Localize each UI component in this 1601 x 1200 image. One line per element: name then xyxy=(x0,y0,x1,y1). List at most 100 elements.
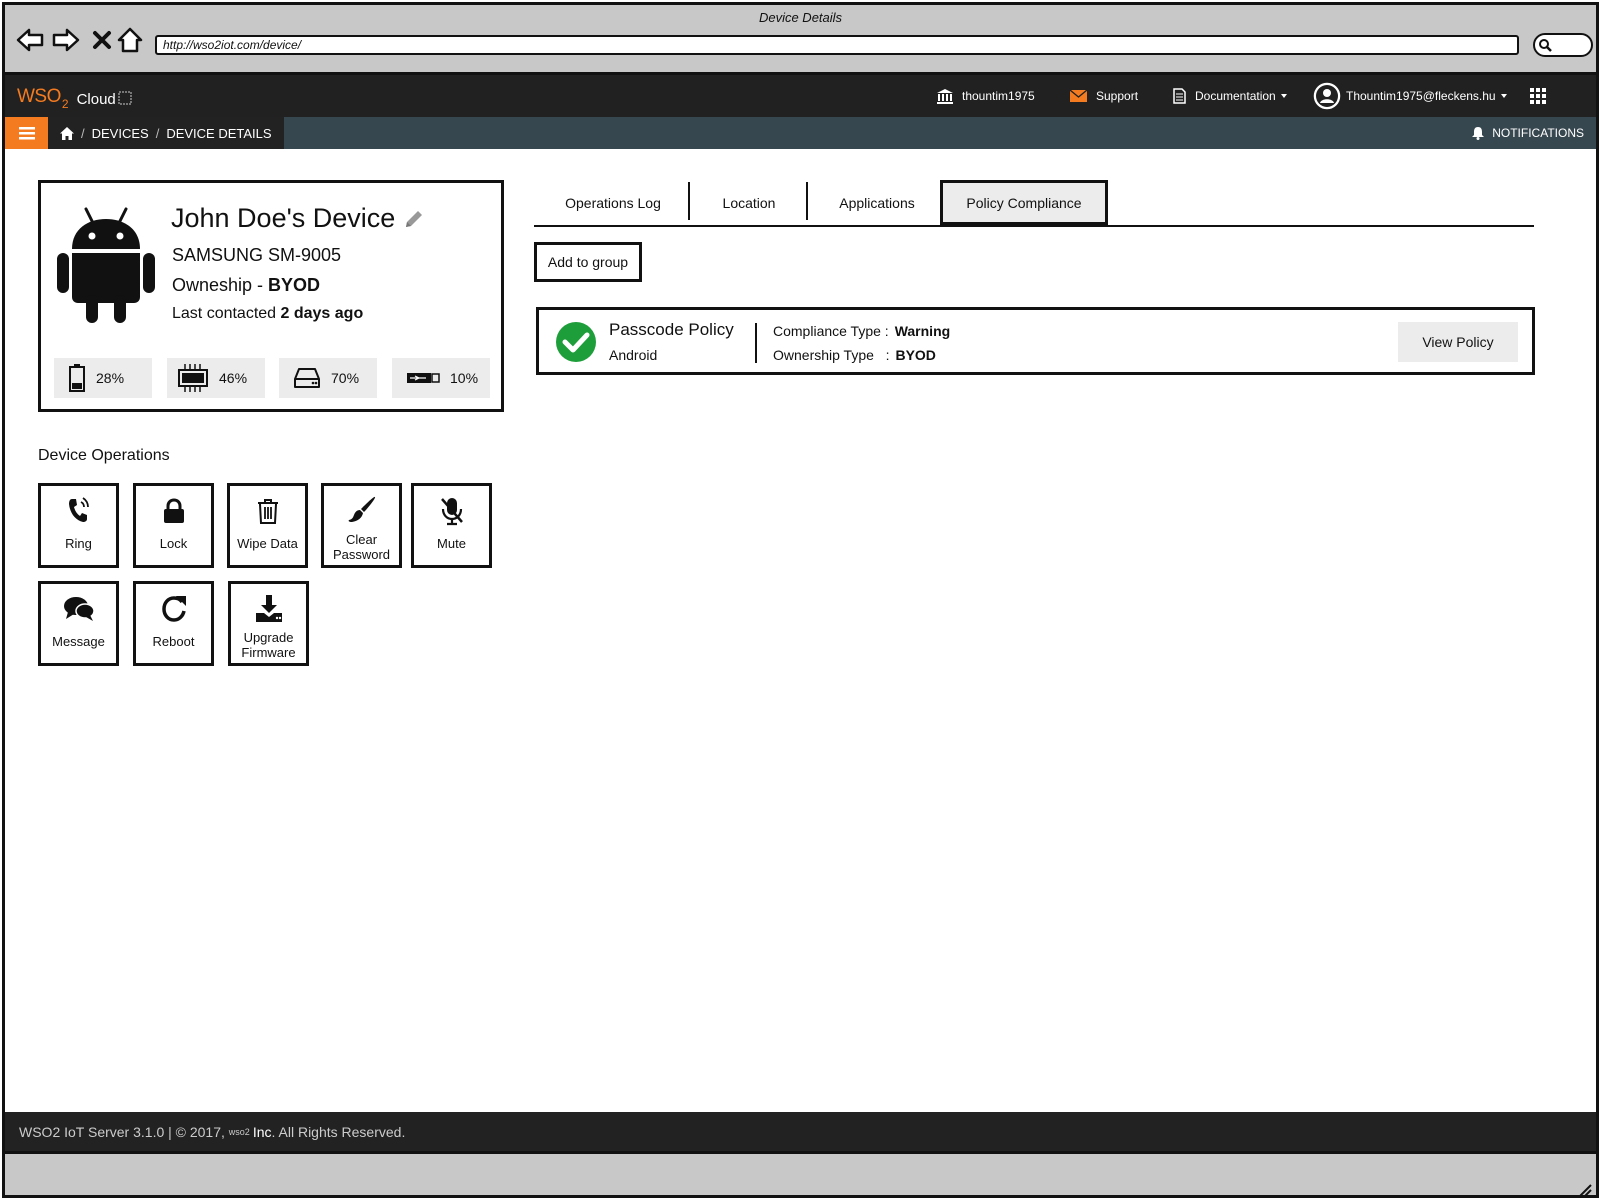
mic-mute-icon xyxy=(440,498,463,526)
hamburger-icon xyxy=(18,126,35,139)
trash-icon xyxy=(257,499,278,524)
support-link[interactable]: Support xyxy=(1070,75,1138,117)
bell-icon xyxy=(1472,126,1485,140)
policy-divider xyxy=(755,323,757,363)
battery-stat: 28% xyxy=(54,358,152,398)
bank-icon xyxy=(937,88,953,104)
apps-grid-button[interactable] xyxy=(1530,75,1555,117)
device-ownership: Owneship - BYOD xyxy=(172,275,320,296)
cpu-value: 46% xyxy=(219,370,248,386)
storage-icon xyxy=(294,368,320,388)
download-icon xyxy=(255,595,282,622)
logo-product: Cloud xyxy=(76,91,116,108)
mute-button[interactable]: Mute xyxy=(411,483,492,568)
breadcrumb-devices[interactable]: DEVICES xyxy=(92,126,149,141)
back-button[interactable] xyxy=(15,25,45,55)
lock-button[interactable]: Lock xyxy=(133,483,214,568)
close-icon xyxy=(93,31,111,49)
breadcrumb-separator: / xyxy=(155,125,160,141)
policy-platform: Android xyxy=(609,347,658,363)
footer-brand: Inc xyxy=(252,1123,272,1140)
envelope-icon xyxy=(1070,90,1087,102)
device-model: SAMSUNG SM-9005 xyxy=(172,245,342,265)
user-menu[interactable]: Thountim1975@fleckens.hu xyxy=(1313,75,1507,117)
wipe-data-button[interactable]: Wipe Data xyxy=(227,483,308,568)
user-avatar-icon xyxy=(1313,82,1341,110)
upgrade-firmware-button[interactable]: Upgrade Firmware xyxy=(228,581,309,666)
tab-policy-compliance[interactable]: Policy Compliance xyxy=(940,180,1108,225)
pencil-edit-icon[interactable] xyxy=(403,208,425,230)
documentation-label: Documentation xyxy=(1195,89,1276,103)
arrow-left-icon xyxy=(16,28,44,52)
window-title: Device Details xyxy=(758,10,843,25)
chat-icon xyxy=(63,597,95,621)
tab-label: Location xyxy=(722,194,776,211)
storage-value: 70% xyxy=(331,370,360,386)
battery-value: 28% xyxy=(96,370,125,386)
compliance-type-label: Compliance Type : xyxy=(773,323,889,339)
mute-label: Mute xyxy=(437,536,466,551)
notifications-label: NOTIFICATIONS xyxy=(1492,126,1584,140)
notifications-link[interactable]: NOTIFICATIONS xyxy=(1472,117,1584,149)
wipe-data-label: Wipe Data xyxy=(237,536,298,551)
device-name-text: John Doe's Device xyxy=(171,203,396,233)
breadcrumb: / DEVICES / DEVICE DETAILS xyxy=(48,117,284,149)
menu-toggle-button[interactable] xyxy=(5,117,48,149)
ownership-type: Ownership Type : BYOD xyxy=(773,347,936,363)
cloud-badge-icon xyxy=(118,91,132,105)
message-button[interactable]: Message xyxy=(38,581,119,666)
wso2-logo[interactable]: WSO 2 Cloud xyxy=(17,84,132,111)
document-icon xyxy=(1173,88,1186,104)
apps-grid-icon xyxy=(1530,88,1546,104)
brush-icon xyxy=(348,496,375,522)
browser-chrome: Device Details http://wso2iot.com/device… xyxy=(5,5,1596,75)
clear-password-label: Clear Password xyxy=(332,532,391,562)
ownership-label: Owneship - xyxy=(172,275,269,295)
clear-password-button[interactable]: Clear Password xyxy=(321,483,402,568)
tenant-name: thountim1975 xyxy=(962,89,1035,103)
forward-button[interactable] xyxy=(51,25,81,55)
reboot-button[interactable]: Reboot xyxy=(133,581,214,666)
policy-name: Passcode Policy xyxy=(609,320,734,339)
breadcrumb-current: DEVICE DETAILS xyxy=(166,125,272,141)
url-bar[interactable]: http://wso2iot.com/device/ xyxy=(155,35,1519,55)
memory-stat: 10% xyxy=(392,358,490,398)
browser-status-bar xyxy=(5,1151,1596,1197)
ownership-type-value: BYOD xyxy=(895,347,936,363)
last-contacted-label: Last contacted xyxy=(172,305,281,322)
tenant-menu[interactable]: thountim1975 xyxy=(937,75,1035,117)
browser-search[interactable] xyxy=(1533,33,1593,57)
support-label: Support xyxy=(1096,89,1139,103)
home-icon[interactable] xyxy=(60,126,74,140)
documentation-menu[interactable]: Documentation xyxy=(1173,75,1287,117)
detail-tabs: Operations Log Location Applications Pol… xyxy=(534,180,1534,227)
storage-stat: 70% xyxy=(279,358,377,398)
last-contacted-value: 2 days ago xyxy=(280,305,364,322)
footer: WSO2 IoT Server 3.1.0 | © 2017, wso2 Inc… xyxy=(5,1112,1596,1151)
logo-text: WSO xyxy=(17,86,61,107)
user-email: Thountim1975@fleckens.hu xyxy=(1346,89,1496,103)
view-policy-button[interactable]: View Policy xyxy=(1398,322,1518,362)
phone-ring-icon xyxy=(68,497,89,522)
breadcrumb-separator: / xyxy=(81,125,85,141)
message-label: Message xyxy=(52,634,105,649)
caret-down-icon xyxy=(1500,94,1507,98)
ring-button[interactable]: Ring xyxy=(38,483,119,568)
memory-value: 10% xyxy=(450,370,479,386)
add-to-group-button[interactable]: Add to group xyxy=(534,242,642,282)
tab-label: Policy Compliance xyxy=(966,194,1082,211)
arrow-right-icon xyxy=(52,28,80,52)
upgrade-firmware-label: Upgrade Firmware xyxy=(241,630,296,660)
check-circle-icon xyxy=(556,322,596,362)
reboot-label: Reboot xyxy=(152,634,195,649)
tab-operations-log[interactable]: Operations Log xyxy=(544,180,682,225)
reboot-icon xyxy=(161,596,186,622)
resize-grip-icon[interactable] xyxy=(1578,1183,1592,1197)
last-contacted: Last contacted 2 days ago xyxy=(172,305,363,323)
tab-label: Applications xyxy=(839,194,915,211)
tab-location[interactable]: Location xyxy=(694,180,804,225)
home-button[interactable] xyxy=(115,25,145,55)
tab-applications[interactable]: Applications xyxy=(814,180,940,225)
footer-brand-small: wso2 xyxy=(228,1126,250,1137)
stop-button[interactable] xyxy=(87,25,117,55)
